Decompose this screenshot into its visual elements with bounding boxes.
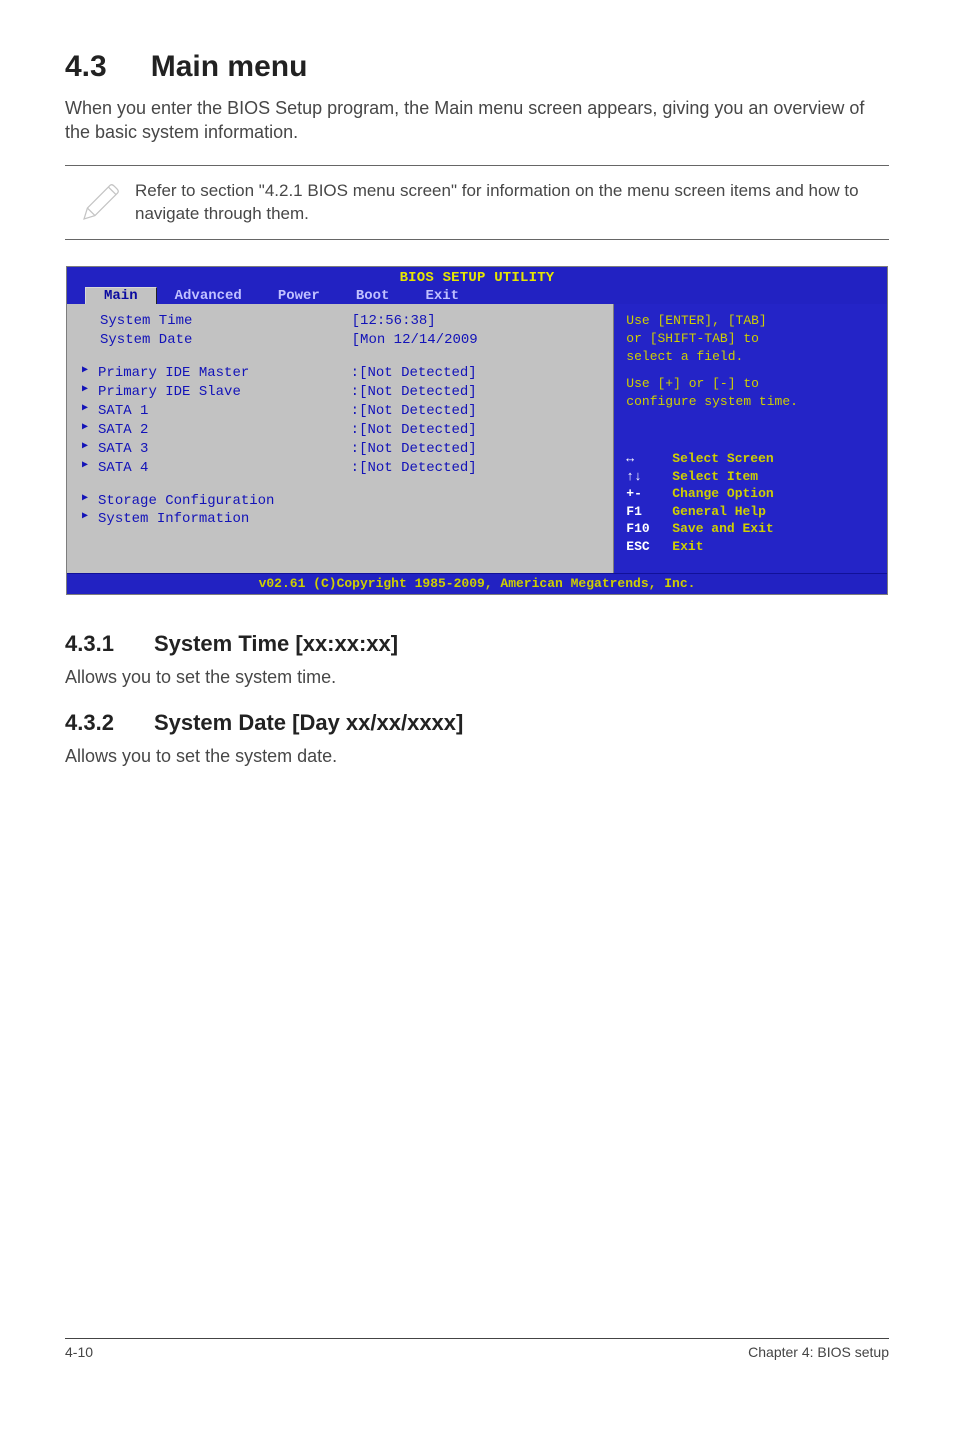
bios-value: :[Not Detected] xyxy=(351,364,604,383)
bios-value: :[Not Detected] xyxy=(351,402,604,421)
bios-label: System Time xyxy=(100,312,352,331)
bios-row-sata4[interactable]: SATA 4 :[Not Detected] xyxy=(81,459,603,478)
bios-tab-power[interactable]: Power xyxy=(260,288,338,304)
bios-row-systemdate[interactable]: System Date [Mon 12/14/2009 xyxy=(100,331,603,350)
sub1-body: Allows you to set the system time. xyxy=(65,665,889,689)
bios-tab-advanced[interactable]: Advanced xyxy=(157,288,260,304)
bios-row-sysinfo[interactable]: System Information xyxy=(81,510,603,529)
bios-screenshot: BIOS SETUP UTILITY Main Advanced Power B… xyxy=(66,266,888,595)
bios-label: SATA 4 xyxy=(98,459,351,478)
bios-label: Primary IDE Slave xyxy=(98,383,351,402)
bios-help-1: Use [ENTER], [TAB] or [SHIFT-TAB] to sel… xyxy=(626,312,875,365)
bios-key: F1 xyxy=(626,503,672,521)
bios-label: SATA 1 xyxy=(98,402,351,421)
bios-label: Primary IDE Master xyxy=(98,364,351,383)
subheading-432: 4.3.2 System Date [Day xx/xx/xxxx] xyxy=(65,710,889,736)
bios-label: System Date xyxy=(100,331,352,350)
bios-tab-main[interactable]: Main xyxy=(85,287,157,304)
bios-key: +- xyxy=(626,485,672,503)
bios-label: Storage Configuration xyxy=(98,492,603,511)
bios-value: :[Not Detected] xyxy=(351,383,604,402)
bios-key: F10 xyxy=(626,520,672,538)
section-number: 4.3 xyxy=(65,50,107,84)
bios-row-storageconfig[interactable]: Storage Configuration xyxy=(81,492,603,511)
bios-label: System Information xyxy=(98,510,603,529)
bios-row-ide-slave[interactable]: Primary IDE Slave :[Not Detected] xyxy=(81,383,603,402)
bios-label: SATA 3 xyxy=(98,440,351,459)
section-title: Main menu xyxy=(151,50,308,83)
bios-value: [Mon 12/14/2009 xyxy=(352,331,604,350)
bios-key-desc: Change Option xyxy=(672,486,773,501)
bios-key: ↔ xyxy=(626,450,672,468)
section-heading: 4.3 Main menu xyxy=(65,50,889,84)
note-callout: Refer to section "4.2.1 BIOS menu screen… xyxy=(65,165,889,241)
bios-footer: v02.61 (C)Copyright 1985-2009, American … xyxy=(67,573,887,594)
bios-key-desc: Save and Exit xyxy=(672,521,773,536)
subheading-number: 4.3.2 xyxy=(65,710,114,736)
subheading-title: System Time [xx:xx:xx] xyxy=(154,631,398,656)
bios-value: :[Not Detected] xyxy=(351,421,604,440)
bios-row-sata2[interactable]: SATA 2 :[Not Detected] xyxy=(81,421,603,440)
bios-key-desc: General Help xyxy=(672,504,766,519)
bios-row-ide-master[interactable]: Primary IDE Master :[Not Detected] xyxy=(81,364,603,383)
bios-help-2: Use [+] or [-] to configure system time. xyxy=(626,375,875,410)
page-footer: 4-10 Chapter 4: BIOS setup xyxy=(65,1338,889,1360)
bios-key: ↑↓ xyxy=(626,468,672,486)
bios-key-legend: ↔Select Screen ↑↓Select Item +-Change Op… xyxy=(626,450,875,555)
bios-value: :[Not Detected] xyxy=(351,440,604,459)
bios-key: ESC xyxy=(626,538,672,556)
subheading-title: System Date [Day xx/xx/xxxx] xyxy=(154,710,463,735)
bios-row-sata3[interactable]: SATA 3 :[Not Detected] xyxy=(81,440,603,459)
bios-row-systemtime[interactable]: System Time [12:56:38] xyxy=(100,312,603,331)
bios-key-desc: Exit xyxy=(672,539,703,554)
bios-right-panel: Use [ENTER], [TAB] or [SHIFT-TAB] to sel… xyxy=(614,304,887,573)
bios-tab-boot[interactable]: Boot xyxy=(338,288,408,304)
bios-label: SATA 2 xyxy=(98,421,351,440)
sub2-body: Allows you to set the system date. xyxy=(65,744,889,768)
bios-value: :[Not Detected] xyxy=(351,459,604,478)
subheading-431: 4.3.1 System Time [xx:xx:xx] xyxy=(65,631,889,657)
bios-tabbar: Main Advanced Power Boot Exit xyxy=(67,286,887,304)
bios-row-sata1[interactable]: SATA 1 :[Not Detected] xyxy=(81,402,603,421)
chapter-label: Chapter 4: BIOS setup xyxy=(748,1344,889,1360)
page-number: 4-10 xyxy=(65,1344,93,1360)
bios-left-panel: System Time [12:56:38] System Date [Mon … xyxy=(67,304,614,573)
bios-value: [12:56:38] xyxy=(352,312,604,331)
bios-key-desc: Select Item xyxy=(672,469,758,484)
subheading-number: 4.3.1 xyxy=(65,631,114,657)
bios-banner: BIOS SETUP UTILITY xyxy=(67,267,887,286)
intro-paragraph: When you enter the BIOS Setup program, t… xyxy=(65,96,889,145)
bios-tab-exit[interactable]: Exit xyxy=(407,288,477,304)
bios-key-desc: Select Screen xyxy=(672,451,773,466)
note-text: Refer to section "4.2.1 BIOS menu screen… xyxy=(135,180,889,226)
pencil-icon xyxy=(65,182,135,224)
